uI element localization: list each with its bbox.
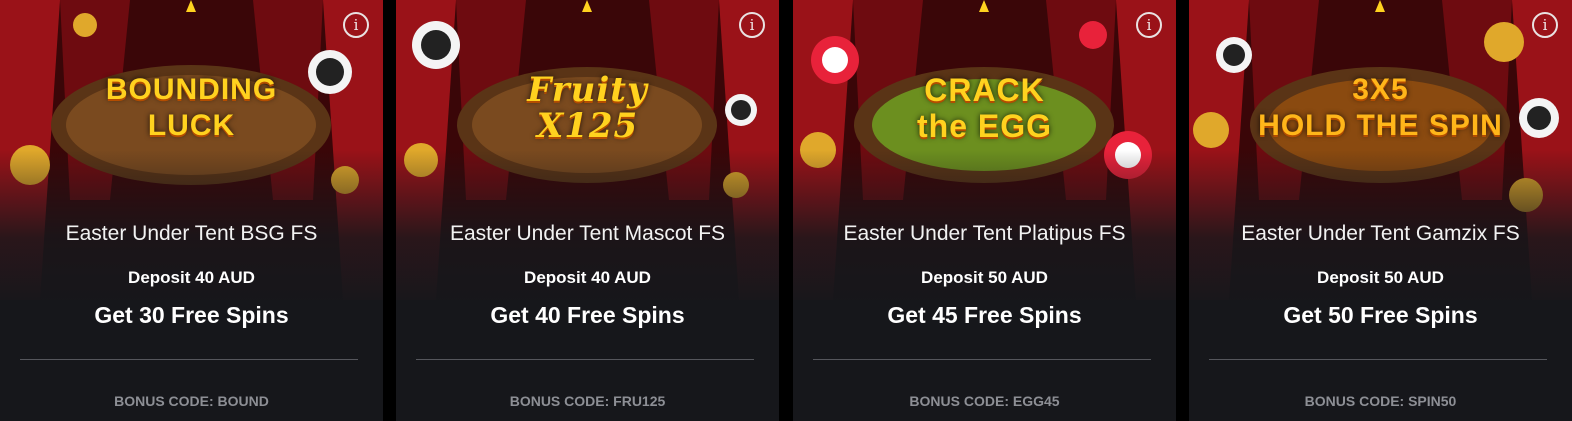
info-icon[interactable]: i <box>1532 12 1558 38</box>
bonus-card[interactable]: Fruity X125 i Easter Under Tent Mascot F… <box>396 0 779 421</box>
promo-title: Easter Under Tent Platipus FS <box>843 222 1126 245</box>
free-spins-offer: Get 30 Free Spins <box>94 302 289 328</box>
divider <box>813 359 1151 360</box>
info-icon[interactable]: i <box>739 12 765 38</box>
promo-title: Easter Under Tent Mascot FS <box>449 222 726 245</box>
divider <box>1209 359 1547 360</box>
promo-title: Easter Under Tent Gamzix FS <box>1241 222 1520 245</box>
deposit-requirement: Deposit 40 AUD <box>128 268 255 287</box>
promo-title: Easter Under Tent BSG FS <box>65 222 318 245</box>
free-spins-offer: Get 50 Free Spins <box>1283 302 1478 328</box>
bonus-code[interactable]: BONUS CODE: EGG45 <box>793 393 1176 409</box>
bonus-code[interactable]: BONUS CODE: BOUND <box>0 393 383 409</box>
bonus-code[interactable]: BONUS CODE: FRU125 <box>396 393 779 409</box>
deposit-requirement: Deposit 50 AUD <box>921 268 1048 287</box>
bonus-card[interactable]: CRACK the EGG i Easter Under Tent Platip… <box>793 0 1176 421</box>
bonus-card[interactable]: 3X5 HOLD THE SPIN i Easter Under Tent Ga… <box>1189 0 1572 421</box>
deposit-requirement: Deposit 40 AUD <box>524 268 651 287</box>
bonus-card[interactable]: BOUNDING LUCK i Easter Under Tent BSG FS… <box>0 0 383 421</box>
deposit-requirement: Deposit 50 AUD <box>1317 268 1444 287</box>
divider <box>416 359 754 360</box>
free-spins-offer: Get 40 Free Spins <box>490 302 685 328</box>
divider <box>20 359 358 360</box>
bonus-cards-row: BOUNDING LUCK i Easter Under Tent BSG FS… <box>0 0 1572 421</box>
free-spins-offer: Get 45 Free Spins <box>887 302 1082 328</box>
info-icon[interactable]: i <box>343 12 369 38</box>
bonus-code[interactable]: BONUS CODE: SPIN50 <box>1189 393 1572 409</box>
info-icon[interactable]: i <box>1136 12 1162 38</box>
